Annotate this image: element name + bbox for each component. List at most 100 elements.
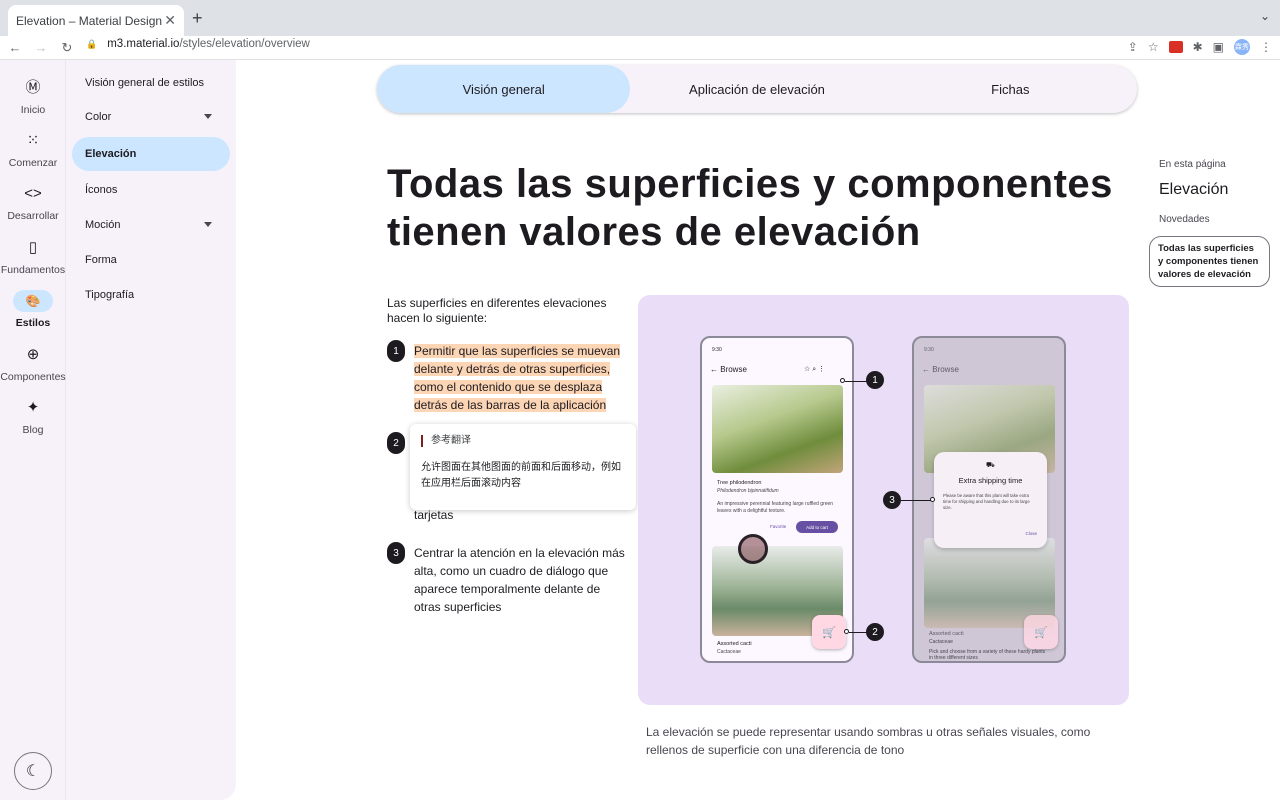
rail-label: Estilos (15, 317, 51, 329)
callout-3: 3 (883, 491, 901, 509)
phone-mockup: 9:30 ← Browse ☆ ⌕ ⋮ Tree philodendron Ph… (700, 336, 854, 663)
browser-tab[interactable]: M Elevation – Material Design 3 ✕ (8, 5, 184, 205)
page-tabs: Visión general Aplicación de elevación F… (377, 65, 1137, 113)
toc-item-novedades[interactable]: Novedades (1159, 214, 1210, 225)
rail-item-fundamentos[interactable]: ▯ Fundamentos (0, 237, 66, 276)
dialog-body: Please be aware that this plant will tak… (943, 493, 1030, 510)
code-icon: <> (24, 185, 42, 202)
translation-body: 允许图面在其他图面的前面和后面移动，例如在应用栏后面滚动内容 (421, 462, 621, 489)
url-field[interactable]: 🔒 m3.material.io/styles/elevation/overvi… (86, 38, 310, 50)
navigation-rail: Ⓜ Inicio ⁙ Comenzar <> Desarrollar ▯ Fun… (0, 60, 66, 800)
rail-item-estilos[interactable]: 🎨 Estilos (0, 290, 66, 329)
close-tab-icon[interactable]: ✕ (164, 12, 176, 29)
address-bar: ← → ↻ 🔒 m3.material.io/styles/elevation/… (0, 36, 1280, 60)
forward-icon[interactable]: → (30, 40, 52, 55)
new-tab-button[interactable]: + (192, 8, 203, 29)
rail-label: Inicio (20, 104, 46, 116)
url-host: m3.material.io (107, 38, 180, 50)
profile-avatar[interactable]: 霖秀 (1234, 39, 1250, 55)
palette-icon: 🎨 (13, 290, 53, 312)
card-body: Pick and choose from a variety of these … (929, 649, 1046, 661)
app-bar-label: Browse (932, 365, 959, 374)
subnav-item-overview[interactable]: Visión general de estilos (72, 66, 230, 100)
step-number: 3 (387, 542, 405, 564)
page-title: Todas las superficies y componentes tien… (387, 162, 1113, 254)
dialog-title: Extra shipping time (958, 476, 1023, 485)
rail-label: Componentes (0, 371, 66, 383)
plant-image (712, 385, 843, 473)
subnav-item-shape[interactable]: Forma (72, 243, 230, 277)
book-icon: ▯ (28, 239, 38, 256)
toc-title[interactable]: Elevación (1159, 181, 1228, 199)
lock-icon: 🔒 (86, 38, 98, 49)
app-bar-title: ← Browse (922, 365, 959, 374)
styles-subnav: Visión general de estilos Color Elevació… (66, 60, 236, 800)
add-to-cart-chip: Add to cart (796, 521, 838, 533)
mouse-cursor-indicator (738, 534, 768, 564)
url-path: /styles/elevation/overview (179, 38, 310, 50)
card-subtitle: Cactaceae (717, 649, 741, 655)
rail-label: Fundamentos (0, 264, 66, 276)
card-title: Assorted cacti (929, 631, 964, 637)
step-text: Centrar la atención en la elevación más … (414, 546, 625, 614)
rail-label: Blog (22, 424, 44, 436)
callout-line (901, 500, 931, 501)
step-text: Permitir que las superficies se muevan d… (414, 342, 626, 414)
subnav-item-color[interactable]: Color (72, 100, 230, 134)
material-logo-icon: Ⓜ (25, 79, 41, 96)
chevron-down-icon (204, 222, 212, 227)
card-body: An impressive perennial featuring large … (717, 501, 834, 514)
cart-fab-icon: 🛒 (812, 615, 846, 649)
toc-label: En esta página (1159, 159, 1226, 170)
back-icon[interactable]: ← (4, 40, 26, 55)
favorite-link: Favorite (770, 524, 787, 529)
subnav-label: Moción (85, 219, 121, 231)
subnav-item-elevation[interactable]: Elevación (72, 137, 230, 171)
translate-extension-icon[interactable] (1168, 41, 1183, 53)
callout-1: 1 (866, 371, 884, 389)
extensions-puzzle-icon[interactable]: ✱ (1193, 40, 1203, 54)
tab-search-chevron-icon[interactable]: ⌄ (1260, 9, 1270, 23)
dialog-mockup: ⛟ Extra shipping time Please be aware th… (934, 452, 1047, 548)
chevron-down-icon (204, 114, 212, 119)
browser-tabbar: M Elevation – Material Design 3 ✕ + ⌄ (0, 0, 1280, 205)
reload-icon[interactable]: ↻ (56, 40, 78, 56)
card-subtitle: Cactaceae (929, 639, 953, 645)
card-title: Tree philodendron (717, 480, 762, 486)
rail-label: Desarrollar (7, 210, 59, 222)
tab-applying-elevation[interactable]: Aplicación de elevación (630, 65, 883, 113)
rail-item-blog[interactable]: ✦ Blog (0, 397, 66, 436)
dialog-close: Close (1025, 531, 1037, 536)
rail-item-inicio[interactable]: Ⓜ Inicio (0, 77, 66, 116)
browser-menu-icon[interactable]: ⋮ (1260, 40, 1272, 54)
step-number: 2 (387, 432, 405, 454)
rail-item-desarrollar[interactable]: <> Desarrollar (0, 183, 66, 222)
side-panel-icon[interactable]: ▣ (1213, 40, 1224, 54)
status-time: 9:30 (924, 347, 934, 353)
toc-item-active[interactable]: Todas las superficies y componentes tien… (1149, 236, 1270, 287)
callout-dot (930, 497, 935, 502)
rail-item-comenzar[interactable]: ⁙ Comenzar (0, 130, 66, 169)
tab-title: Elevation – Material Design 3 (16, 13, 165, 28)
callout-line (849, 632, 867, 633)
status-time: 9:30 (712, 347, 722, 353)
rail-item-componentes[interactable]: ⊕ Componentes (0, 344, 66, 383)
app-bar-label: Browse (720, 365, 747, 374)
step-number: 1 (387, 340, 405, 362)
truck-icon: ⛟ (986, 462, 995, 469)
bookmark-star-icon[interactable]: ☆ (1148, 40, 1159, 54)
tab-tokens[interactable]: Fichas (884, 65, 1137, 113)
add-circle-icon: ⊕ (26, 346, 40, 363)
share-icon[interactable]: ⇪ (1128, 40, 1138, 54)
card-title: Assorted cacti (717, 641, 752, 647)
elevation-illustration: 9:30 ← Browse ☆ ⌕ ⋮ Tree philodendron Ph… (638, 295, 1129, 705)
dark-mode-toggle-icon[interactable]: ☾ (14, 752, 52, 790)
subnav-item-motion[interactable]: Moción (72, 208, 230, 242)
subnav-item-typography[interactable]: Tipografía (72, 278, 230, 312)
tab-overview[interactable]: Visión general (377, 65, 631, 113)
callout-2: 2 (866, 623, 884, 641)
intro-text: Las superficies en diferentes elevacione… (387, 296, 607, 325)
rail-label: Comenzar (8, 157, 58, 169)
subnav-item-icons[interactable]: Íconos (72, 173, 230, 207)
blog-icon: ✦ (26, 399, 40, 416)
